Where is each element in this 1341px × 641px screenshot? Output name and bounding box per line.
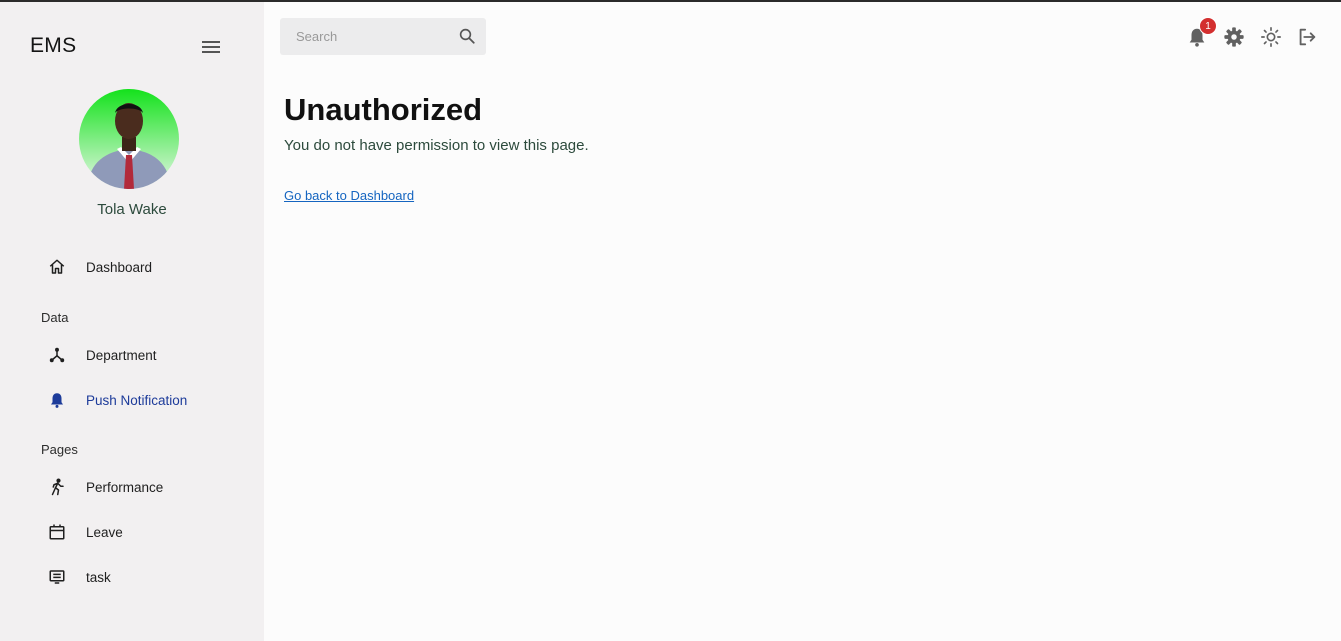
sidebar: EMS Tola Wake Dashboard Data Department … xyxy=(0,2,264,641)
sidebar-item-label: task xyxy=(86,569,111,585)
section-label-pages: Pages xyxy=(41,442,78,457)
sidebar-item-label: Dashboard xyxy=(86,259,153,275)
settings-button[interactable] xyxy=(1223,26,1245,48)
run-icon xyxy=(40,475,76,499)
sidebar-item-label: Department xyxy=(86,347,157,363)
gear-icon xyxy=(1223,27,1245,52)
sidebar-item-label: Performance xyxy=(86,479,164,495)
search-icon[interactable] xyxy=(458,27,476,45)
sidebar-item-department[interactable]: Department xyxy=(40,338,250,372)
app-brand: EMS xyxy=(30,34,77,57)
task-icon xyxy=(40,565,76,589)
back-to-dashboard-link[interactable]: Go back to Dashboard xyxy=(284,188,414,203)
department-icon xyxy=(40,343,76,367)
bell-icon xyxy=(1186,28,1208,52)
search-input[interactable] xyxy=(280,18,450,55)
logout-button[interactable] xyxy=(1296,26,1318,48)
user-name: Tola Wake xyxy=(97,201,167,218)
section-label-data: Data xyxy=(41,310,69,325)
sidebar-item-task[interactable]: task xyxy=(40,560,250,594)
sidebar-item-push-notification[interactable]: Push Notification xyxy=(40,383,250,417)
notifications-button[interactable]: 1 xyxy=(1186,17,1217,48)
search-bar xyxy=(280,18,486,55)
avatar xyxy=(79,89,179,189)
theme-toggle-button[interactable] xyxy=(1260,26,1282,48)
permission-message: You do not have permission to view this … xyxy=(284,137,589,154)
bell-icon xyxy=(40,388,76,412)
logout-icon xyxy=(1296,28,1318,52)
page-title: Unauthorized xyxy=(284,92,483,127)
calendar-icon xyxy=(40,520,76,544)
sun-icon xyxy=(1260,27,1282,52)
brand-row: EMS xyxy=(30,34,230,62)
sidebar-item-label: Leave xyxy=(86,524,123,540)
sidebar-item-dashboard[interactable]: Dashboard xyxy=(40,250,250,284)
home-icon xyxy=(40,255,76,279)
menu-toggle-icon[interactable] xyxy=(202,38,220,56)
sidebar-item-leave[interactable]: Leave xyxy=(40,515,250,549)
sidebar-item-label: Push Notification xyxy=(86,392,188,408)
sidebar-item-performance[interactable]: Performance xyxy=(40,470,250,504)
notification-badge: 1 xyxy=(1199,17,1217,35)
